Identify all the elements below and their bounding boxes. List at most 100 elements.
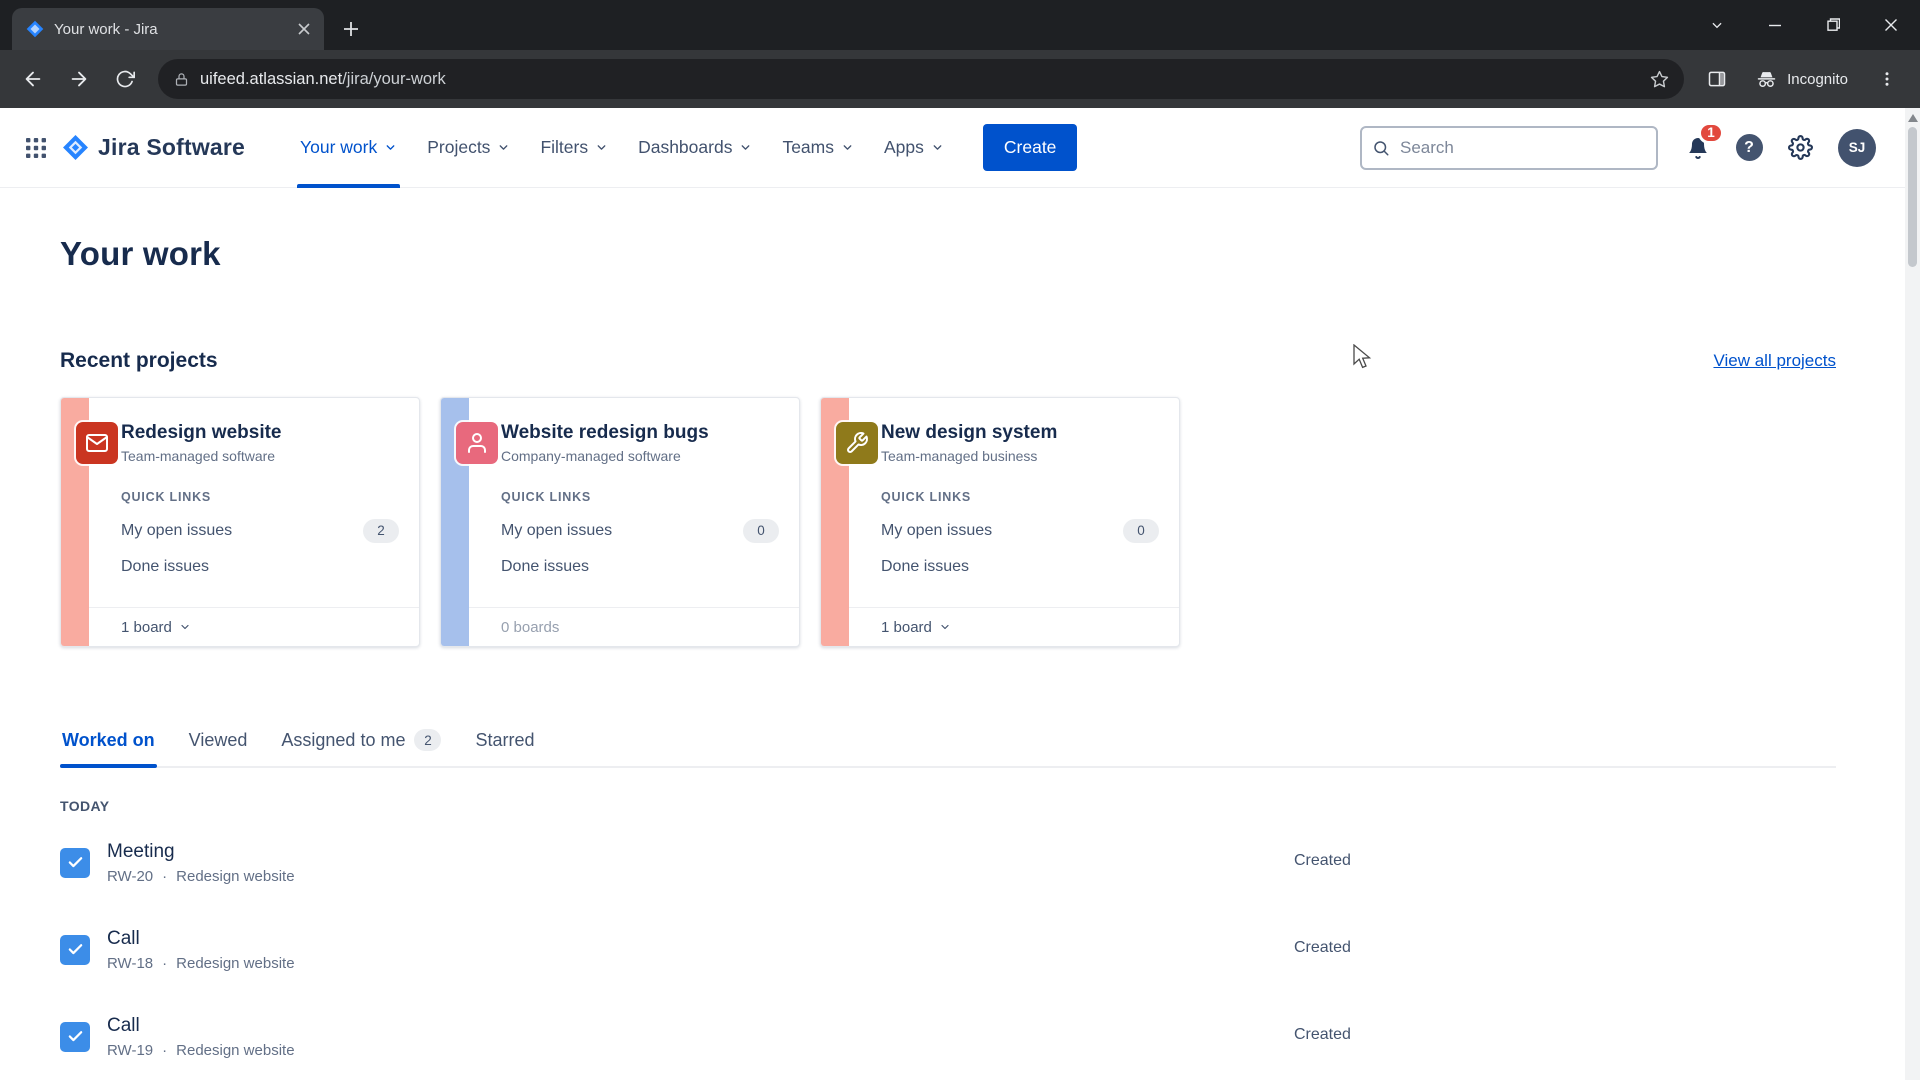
project-card-website-redesign-bugs[interactable]: Website redesign bugs Company-managed so… — [440, 397, 800, 647]
my-open-issues-link[interactable]: My open issues 0 — [501, 518, 779, 543]
issue-status: Created — [1294, 1025, 1351, 1043]
project-title[interactable]: Website redesign bugs — [501, 422, 779, 445]
minimize-button[interactable] — [1746, 0, 1804, 50]
link-label: My open issues — [881, 521, 993, 539]
nav-dashboards[interactable]: Dashboards — [623, 108, 767, 187]
project-title[interactable]: New design system — [881, 422, 1159, 445]
tab-worked-on[interactable]: Worked on — [60, 729, 157, 768]
incognito-badge: Incognito — [1742, 59, 1862, 99]
chevron-down-icon — [843, 145, 852, 150]
nav-label: Projects — [427, 137, 491, 157]
settings-button[interactable] — [1779, 127, 1821, 169]
work-item[interactable]: Meeting RW-20 · Redesign website Created — [60, 819, 1836, 906]
back-button[interactable] — [12, 58, 54, 100]
nav-filters[interactable]: Filters — [525, 108, 623, 187]
browser-menu-kebab-icon[interactable] — [1866, 58, 1908, 100]
search-input[interactable] — [1398, 136, 1646, 159]
project-card-new-design-system[interactable]: New design system Team-managed business … — [820, 397, 1180, 647]
nav-your-work[interactable]: Your work — [285, 108, 412, 188]
open-issues-count-badge: 0 — [1123, 518, 1159, 543]
gear-icon — [1787, 135, 1813, 160]
forward-button[interactable] — [58, 58, 100, 100]
close-button[interactable] — [1862, 0, 1920, 50]
issue-status: Created — [1294, 851, 1351, 869]
done-issues-link[interactable]: Done issues — [881, 558, 1159, 576]
nav-label: Apps — [884, 137, 924, 157]
jira-logo-icon — [62, 134, 89, 161]
notifications-button[interactable]: 1 — [1677, 121, 1724, 169]
incognito-icon — [1756, 69, 1777, 90]
task-checkbox-icon — [60, 847, 90, 878]
boards-dropdown[interactable]: 1 board — [89, 607, 419, 646]
today-section-label: TODAY — [60, 798, 110, 814]
page-scrollbar[interactable] — [1905, 108, 1920, 1080]
side-panel-icon[interactable] — [1696, 58, 1738, 100]
browser-toolbar: uifeed.atlassian.net/jira/your-work Inco… — [0, 50, 1920, 108]
project-subtitle: Team-managed software — [121, 447, 276, 464]
create-button[interactable]: Create — [982, 124, 1078, 171]
url-path: /jira/your-work — [342, 69, 446, 88]
nav-apps[interactable]: Apps — [869, 108, 959, 187]
separator: · — [162, 954, 168, 972]
project-avatar-person-icon — [456, 422, 498, 464]
search-box[interactable] — [1360, 125, 1658, 170]
scrollbar-thumb[interactable] — [1908, 127, 1917, 267]
boards-dropdown[interactable]: 1 board — [849, 607, 1179, 646]
tab-label: Viewed — [188, 729, 248, 750]
nav-label: Your work — [300, 137, 378, 157]
user-avatar[interactable]: SJ — [1838, 128, 1876, 167]
done-issues-link[interactable]: Done issues — [121, 558, 399, 576]
issue-key: RW-18 — [107, 954, 154, 972]
scrollbar-up-arrow-icon[interactable] — [1907, 114, 1918, 122]
jira-logo[interactable]: Jira Software — [62, 134, 245, 161]
help-button[interactable]: ? — [1728, 127, 1770, 169]
quick-links-heading: QUICK LINKS — [881, 489, 972, 504]
issue-title[interactable]: Call — [107, 1015, 295, 1037]
issue-title[interactable]: Call — [107, 928, 295, 950]
app-switcher-icon[interactable] — [14, 126, 58, 170]
reload-button[interactable] — [104, 58, 146, 100]
issue-project: Redesign website — [176, 1041, 295, 1059]
lock-icon — [174, 72, 189, 87]
maximize-button[interactable] — [1804, 0, 1862, 50]
nav-projects[interactable]: Projects — [412, 108, 525, 187]
help-icon: ? — [1735, 134, 1763, 161]
main-content: Your work Recent projects View all proje… — [0, 235, 1920, 1080]
my-open-issues-link[interactable]: My open issues 2 — [121, 518, 399, 543]
link-label: Done issues — [121, 557, 210, 575]
chevron-down-icon — [597, 145, 606, 150]
link-label: My open issues — [501, 521, 613, 539]
issue-meta: RW-20 · Redesign website — [107, 868, 295, 885]
project-avatar-mail-icon — [76, 422, 118, 464]
open-issues-count-badge: 0 — [743, 518, 779, 543]
done-issues-link[interactable]: Done issues — [501, 558, 779, 576]
boards-label: 1 board — [121, 618, 172, 636]
bookmark-star-icon[interactable] — [1642, 62, 1676, 96]
my-open-issues-link[interactable]: My open issues 0 — [881, 518, 1159, 543]
chevron-down-icon — [941, 624, 949, 630]
nav-label: Teams — [782, 137, 834, 157]
notification-count-badge: 1 — [1698, 121, 1724, 144]
issue-title[interactable]: Meeting — [107, 841, 295, 863]
nav-teams[interactable]: Teams — [767, 108, 869, 187]
boards-label: 1 board — [881, 618, 932, 636]
browser-tab[interactable]: Your work - Jira — [12, 8, 324, 50]
tab-title: Your work - Jira — [54, 20, 158, 38]
link-label: My open issues — [121, 521, 233, 539]
tab-close-icon[interactable] — [292, 17, 316, 41]
new-tab-button[interactable] — [334, 12, 368, 46]
work-item[interactable]: Call RW-18 · Redesign website Created — [60, 906, 1836, 993]
issue-text: Meeting RW-20 · Redesign website — [107, 841, 295, 885]
link-label: Done issues — [501, 557, 590, 575]
tab-starred[interactable]: Starred — [473, 729, 536, 766]
task-checkbox-icon — [60, 1021, 90, 1052]
project-card-redesign-website[interactable]: Redesign website Team-managed software Q… — [60, 397, 420, 647]
tab-search-chevron-icon[interactable] — [1688, 0, 1746, 50]
project-title[interactable]: Redesign website — [121, 422, 399, 445]
tab-viewed[interactable]: Viewed — [187, 729, 250, 766]
window-controls — [1688, 0, 1920, 50]
tab-assigned-to-me[interactable]: Assigned to me 2 — [279, 729, 443, 766]
work-item[interactable]: Call RW-19 · Redesign website Created — [60, 993, 1836, 1080]
view-all-projects-link[interactable]: View all projects — [1713, 351, 1836, 371]
address-bar[interactable]: uifeed.atlassian.net/jira/your-work — [158, 59, 1685, 99]
